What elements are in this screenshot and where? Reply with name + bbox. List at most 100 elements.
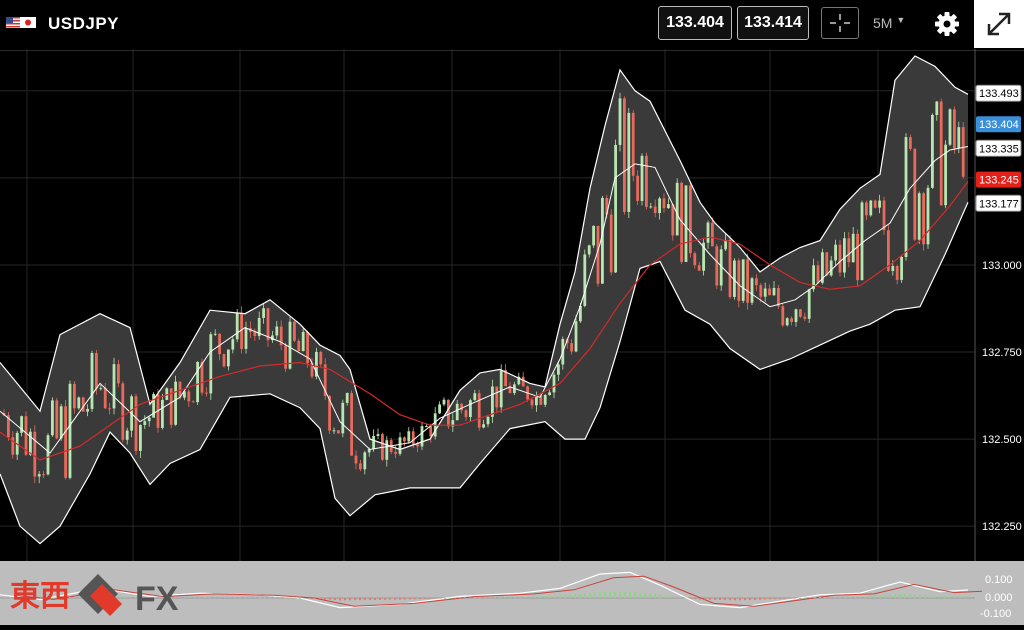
- symbol-label[interactable]: USDJPY: [48, 14, 119, 34]
- logo-fx-text: FX: [135, 580, 179, 618]
- bollinger-band-area: [0, 56, 968, 544]
- candle-body: [103, 388, 107, 409]
- candle-body: [856, 233, 859, 281]
- histogram-bar: [254, 597, 256, 598]
- candle-body: [909, 137, 912, 149]
- candle-body: [583, 254, 587, 306]
- candle-body: [442, 399, 446, 405]
- oscillator-tick-label: 0.000: [985, 592, 1013, 604]
- japan-flag-icon: [20, 17, 36, 28]
- histogram-bar: [729, 598, 731, 601]
- histogram-bar: [334, 598, 336, 601]
- histogram-bar: [484, 597, 486, 598]
- histogram-bar: [464, 597, 466, 599]
- histogram-bar: [414, 598, 416, 600]
- candle-body: [174, 381, 177, 425]
- crosshair-button[interactable]: [821, 7, 859, 39]
- price-tick-label: 132.750: [982, 347, 1022, 359]
- candle-body: [350, 393, 353, 456]
- histogram-bar: [919, 595, 921, 598]
- candle-body: [957, 127, 961, 149]
- candle-body: [750, 278, 754, 303]
- candle-body: [873, 200, 877, 208]
- candle-body: [548, 392, 551, 395]
- histogram-bar: [624, 591, 626, 598]
- expand-icon: [987, 12, 1011, 36]
- histogram-bar: [569, 594, 571, 598]
- histogram-bar: [279, 597, 281, 599]
- histogram-bar: [674, 596, 676, 598]
- candle-body: [895, 266, 899, 280]
- broker-logo: 東西 FX: [10, 574, 179, 618]
- candle-body: [288, 321, 292, 369]
- candle-body: [495, 386, 499, 408]
- histogram-bar: [224, 596, 226, 598]
- candle-body: [147, 417, 151, 422]
- histogram-bar: [834, 597, 836, 598]
- candle-body: [59, 406, 63, 439]
- candle-body: [394, 451, 397, 454]
- candle-body: [662, 198, 666, 209]
- caret-down-icon: ▼: [896, 15, 906, 25]
- histogram-bar: [644, 593, 646, 598]
- histogram-bar: [284, 597, 286, 599]
- candle-body: [429, 426, 433, 437]
- histogram-bar: [349, 598, 351, 601]
- candle-body: [161, 399, 164, 428]
- candle-body: [46, 435, 50, 475]
- histogram-bar: [574, 594, 576, 598]
- histogram-bar: [499, 597, 501, 598]
- histogram-bar: [649, 593, 651, 598]
- candle-body: [711, 222, 714, 247]
- histogram-bar: [894, 594, 896, 598]
- candle-body: [200, 361, 204, 393]
- histogram-bar: [719, 598, 721, 600]
- candle-body: [799, 309, 802, 317]
- histogram-bar: [259, 597, 261, 598]
- histogram-bar: [454, 597, 456, 599]
- histogram-bar: [699, 598, 701, 600]
- settings-button[interactable]: [933, 10, 961, 38]
- candle-body: [301, 331, 305, 352]
- histogram-bar: [814, 597, 816, 598]
- candle-body: [961, 127, 965, 177]
- histogram-bar: [949, 596, 951, 598]
- candle-body: [376, 434, 380, 437]
- fullscreen-button[interactable]: [974, 0, 1024, 48]
- histogram-bar: [654, 594, 656, 598]
- price-chart[interactable]: 133.000 132.750 132.500 132.250 133.493 …: [0, 49, 1024, 561]
- logo-diamond-icon: [78, 574, 122, 616]
- candle-body: [623, 98, 626, 212]
- candle-body: [139, 425, 142, 451]
- candle-body: [781, 306, 785, 326]
- candle-body: [341, 402, 345, 434]
- histogram-bar: [749, 598, 751, 601]
- candle-body: [574, 321, 578, 352]
- candle-body: [231, 339, 235, 350]
- histogram-bar: [759, 598, 761, 600]
- ask-price-button[interactable]: 133.414: [737, 6, 809, 40]
- histogram-bar: [524, 596, 526, 598]
- candle-body: [759, 285, 763, 297]
- candle-body: [372, 436, 375, 450]
- histogram-bar: [804, 597, 806, 599]
- candle-body: [728, 239, 732, 297]
- candle-body: [829, 260, 833, 276]
- histogram-bar: [839, 597, 841, 598]
- top-toolbar: USDJPY 133.404 133.414 5M ▼: [0, 0, 1024, 51]
- candle-body: [253, 331, 257, 336]
- histogram-bar: [794, 598, 796, 599]
- candle-body: [865, 202, 868, 216]
- histogram-bar: [764, 598, 766, 600]
- histogram-bar: [679, 597, 681, 598]
- candle-body: [763, 288, 767, 297]
- candle-body: [354, 455, 358, 464]
- bid-price-button[interactable]: 133.404: [658, 6, 732, 40]
- candle-body: [332, 430, 336, 432]
- histogram-bar: [274, 597, 276, 598]
- histogram-bar: [849, 596, 851, 598]
- candle-body: [187, 391, 191, 402]
- histogram-bar: [329, 598, 331, 600]
- candle-body: [746, 259, 749, 303]
- timeframe-dropdown[interactable]: 5M ▼: [873, 15, 905, 31]
